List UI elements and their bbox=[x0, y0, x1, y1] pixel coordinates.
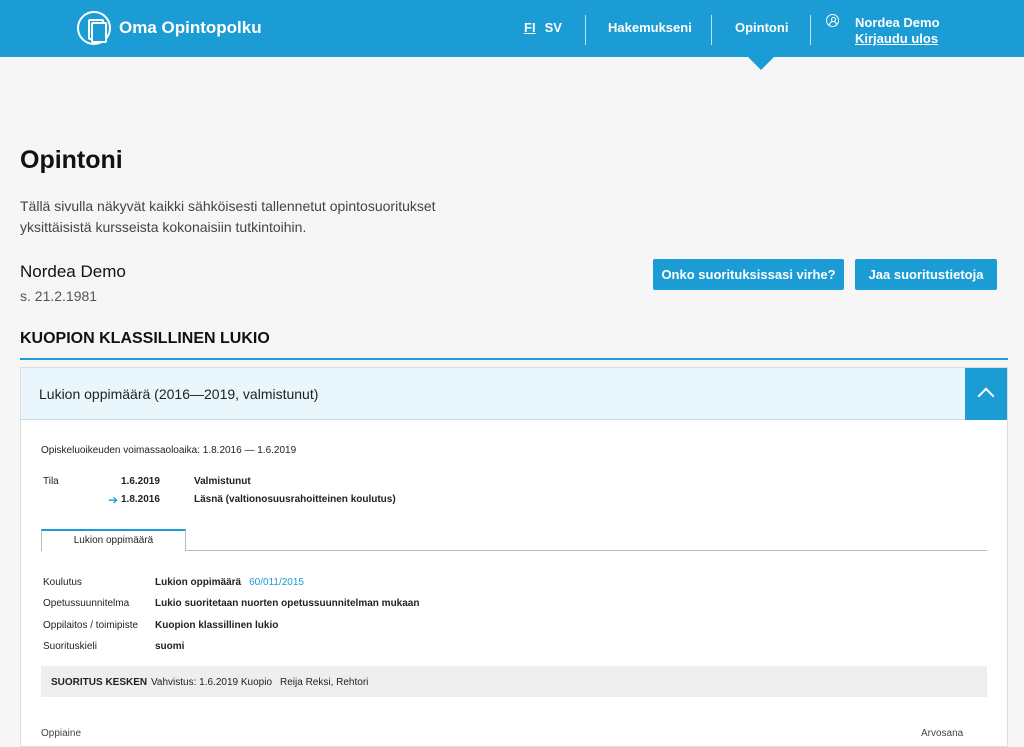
diary-number-link[interactable]: 60/011/2015 bbox=[249, 577, 304, 588]
top-navigation-bar: Oma Opintopolku FI SV Hakemukseni Opinton… bbox=[0, 0, 1024, 57]
info-label: Oppilaitos / toimipiste bbox=[43, 620, 139, 631]
app-title: Oma Opintopolku bbox=[119, 18, 262, 37]
user-icon bbox=[826, 14, 839, 27]
state-label: Tila bbox=[43, 476, 59, 487]
state-value: Valmistunut bbox=[194, 476, 251, 487]
app-logo[interactable]: Oma Opintopolku bbox=[77, 11, 262, 45]
confirmation-text: Vahvistus: 1.6.2019 Kuopio bbox=[151, 677, 273, 688]
nav-divider bbox=[810, 15, 811, 45]
state-date: 1.6.2019 bbox=[121, 476, 160, 487]
language-switcher: FI SV bbox=[524, 20, 571, 35]
completion-status-bar: SUORITUS KESKEN Vahvistus: 1.6.2019 Kuop… bbox=[41, 666, 987, 697]
nav-applications[interactable]: Hakemukseni bbox=[608, 20, 692, 35]
info-value: Lukion oppimäärä 60/011/2015 bbox=[155, 577, 304, 588]
active-nav-indicator bbox=[747, 56, 775, 70]
validity-period: Opiskeluoikeuden voimassaoloaika: 1.8.20… bbox=[41, 445, 297, 456]
user-name: Nordea Demo bbox=[855, 15, 940, 30]
info-value: Kuopion klassillinen lukio bbox=[155, 620, 279, 631]
page-title: Opintoni bbox=[20, 146, 123, 174]
state-date: 1.8.2016 bbox=[121, 494, 160, 505]
logout-link[interactable]: Kirjaudu ulos bbox=[855, 31, 938, 46]
tab-lukion-oppimaara[interactable]: Lukion oppimäärä bbox=[41, 529, 186, 551]
education-name: Lukion oppimäärä bbox=[155, 577, 242, 588]
info-value: Lukio suoritetaan nuorten opetussuunnite… bbox=[155, 598, 420, 609]
study-right-title: Lukion oppimäärä (2016—2019, valmistunut… bbox=[39, 386, 319, 402]
nav-divider bbox=[585, 15, 586, 45]
signer-text: Reija Reksi, Rehtori bbox=[280, 677, 369, 688]
study-right-card: Lukion oppimäärä (2016—2019, valmistunut… bbox=[20, 367, 1008, 747]
opintopolku-logo-icon bbox=[77, 11, 111, 45]
info-label: Koulutus bbox=[43, 577, 82, 588]
student-name: Nordea Demo bbox=[20, 262, 126, 281]
school-name: KUOPION KLASSILLINEN LUKIO bbox=[20, 330, 270, 347]
collapse-chevron-up-icon[interactable] bbox=[965, 368, 1007, 420]
info-value: suomi bbox=[155, 641, 185, 652]
page-intro: Tällä sivulla näkyvät kaikki sähköisesti… bbox=[20, 198, 436, 235]
lang-fi-link[interactable]: FI bbox=[524, 20, 536, 35]
nav-studies[interactable]: Opintoni bbox=[735, 20, 788, 35]
share-records-button[interactable]: Jaa suoritustietoja bbox=[855, 259, 997, 290]
nav-divider bbox=[711, 15, 712, 45]
lang-sv-link[interactable]: SV bbox=[545, 20, 562, 35]
column-header-grade: Arvosana bbox=[921, 728, 964, 739]
info-label: Opetussuunnitelma bbox=[43, 598, 130, 609]
report-error-button[interactable]: Onko suorituksissasi virhe? bbox=[653, 259, 844, 290]
status-badge: SUORITUS KESKEN bbox=[51, 677, 148, 688]
school-divider bbox=[20, 358, 1008, 360]
info-label: Suorituskieli bbox=[43, 641, 97, 652]
current-state-arrow-icon: ➔ bbox=[108, 493, 119, 507]
student-birthdate: s. 21.2.1981 bbox=[20, 288, 98, 304]
state-value: Läsnä (valtionosuusrahoitteinen koulutus… bbox=[194, 494, 396, 505]
study-right-header[interactable]: Lukion oppimäärä (2016—2019, valmistunut… bbox=[21, 368, 1007, 420]
column-header-subject: Oppiaine bbox=[41, 728, 82, 739]
